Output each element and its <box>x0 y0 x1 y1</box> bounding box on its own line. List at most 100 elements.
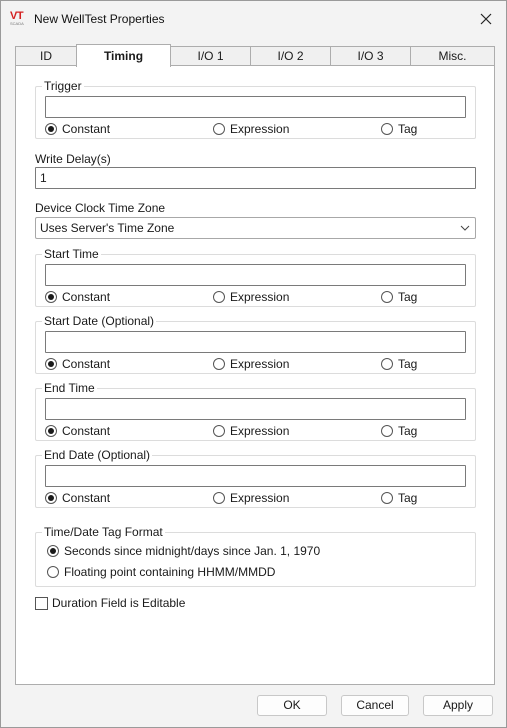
start-date-expression-radio[interactable]: Expression <box>213 356 289 372</box>
radio-selected-indicator <box>45 291 57 303</box>
close-button[interactable] <box>476 9 496 29</box>
radio-indicator <box>213 123 225 135</box>
time-zone-select[interactable]: Uses Server's Time Zone <box>35 217 476 239</box>
tab-io-2[interactable]: I/O 2 <box>250 46 331 66</box>
start-time-tag-radio[interactable]: Tag <box>381 289 417 305</box>
end-time-tag-radio[interactable]: Tag <box>381 423 417 439</box>
radio-label: Tag <box>398 424 418 438</box>
trigger-expression-radio[interactable]: Expression <box>213 121 289 137</box>
radio-label: Expression <box>230 290 290 304</box>
time-zone-label: Device Clock Time Zone <box>35 201 166 215</box>
radio-indicator <box>381 123 393 135</box>
radio-label: Tag <box>398 491 418 505</box>
end-date-mode-radios: Constant Expression Tag <box>36 490 475 506</box>
radio-label: Tag <box>398 122 418 136</box>
end-time-constant-radio[interactable]: Constant <box>45 423 110 439</box>
radio-label: Expression <box>230 491 290 505</box>
end-time-expression-radio[interactable]: Expression <box>213 423 289 439</box>
radio-indicator <box>381 492 393 504</box>
chevron-down-icon <box>460 225 470 231</box>
tab-io-1[interactable]: I/O 1 <box>170 46 251 66</box>
trigger-mode-radios: Constant Expression Tag <box>36 121 475 137</box>
radio-label: Constant <box>62 290 111 304</box>
write-delay-input[interactable]: 1 <box>35 167 476 189</box>
radio-label: Tag <box>398 357 418 371</box>
app-logo-subtext: SCADA <box>10 21 24 26</box>
start-time-mode-radios: Constant Expression Tag <box>36 289 475 305</box>
radio-label: Expression <box>230 357 290 371</box>
trigger-tag-radio[interactable]: Tag <box>381 121 417 137</box>
trigger-label: Trigger <box>42 79 84 93</box>
end-date-label: End Date (Optional) <box>42 448 153 462</box>
end-time-label: End Time <box>42 381 97 395</box>
trigger-group: Trigger Constant Expression Tag <box>35 79 476 139</box>
start-date-input[interactable] <box>45 331 466 353</box>
start-date-label: Start Date (Optional) <box>42 314 157 328</box>
radio-indicator <box>213 358 225 370</box>
radio-label: Seconds since midnight/days since Jan. 1… <box>64 544 321 558</box>
radio-selected-indicator <box>45 425 57 437</box>
ok-button[interactable]: OK <box>257 695 327 716</box>
start-date-group: Start Date (Optional) Constant Expressio… <box>35 314 476 374</box>
tag-format-float-radio[interactable]: Floating point containing HHMM/MMDD <box>47 564 275 580</box>
end-date-tag-radio[interactable]: Tag <box>381 490 417 506</box>
end-date-expression-radio[interactable]: Expression <box>213 490 289 506</box>
tag-format-seconds-radio[interactable]: Seconds since midnight/days since Jan. 1… <box>47 543 320 559</box>
tab-misc[interactable]: Misc. <box>410 46 495 66</box>
radio-indicator <box>47 566 59 578</box>
radio-label: Constant <box>62 122 111 136</box>
time-zone-value: Uses Server's Time Zone <box>40 221 175 235</box>
tag-format-label: Time/Date Tag Format <box>42 525 165 539</box>
tab-id[interactable]: ID <box>15 46 77 66</box>
tag-format-group: Time/Date Tag Format Seconds since midni… <box>35 525 476 587</box>
end-date-constant-radio[interactable]: Constant <box>45 490 110 506</box>
tab-timing[interactable]: Timing <box>76 44 171 67</box>
radio-indicator <box>381 291 393 303</box>
end-date-input[interactable] <box>45 465 466 487</box>
radio-label: Floating point containing HHMM/MMDD <box>64 565 276 579</box>
timing-panel: Trigger Constant Expression Tag Write De… <box>15 65 495 685</box>
radio-indicator <box>213 425 225 437</box>
radio-label: Constant <box>62 357 111 371</box>
start-time-label: Start Time <box>42 247 101 261</box>
trigger-constant-radio[interactable]: Constant <box>45 121 110 137</box>
write-delay-label: Write Delay(s) <box>35 152 111 166</box>
radio-selected-indicator <box>47 545 59 557</box>
start-time-constant-radio[interactable]: Constant <box>45 289 110 305</box>
tab-strip: ID Timing I/O 1 I/O 2 I/O 3 Misc. <box>15 44 495 67</box>
radio-selected-indicator <box>45 358 57 370</box>
app-logo-icon: VT SCADA <box>10 11 28 27</box>
start-time-expression-radio[interactable]: Expression <box>213 289 289 305</box>
checkbox-label: Duration Field is Editable <box>52 596 186 610</box>
checkbox-box <box>35 596 48 610</box>
apply-button[interactable]: Apply <box>423 695 493 716</box>
radio-indicator <box>381 425 393 437</box>
close-icon <box>480 13 492 25</box>
radio-indicator <box>381 358 393 370</box>
radio-label: Expression <box>230 122 290 136</box>
trigger-input[interactable] <box>45 96 466 118</box>
radio-label: Tag <box>398 290 418 304</box>
cancel-button[interactable]: Cancel <box>341 695 409 716</box>
end-time-mode-radios: Constant Expression Tag <box>36 423 475 439</box>
start-time-input[interactable] <box>45 264 466 286</box>
end-time-input[interactable] <box>45 398 466 420</box>
radio-selected-indicator <box>45 492 57 504</box>
radio-label: Constant <box>62 491 111 505</box>
start-date-constant-radio[interactable]: Constant <box>45 356 110 372</box>
radio-selected-indicator <box>45 123 57 135</box>
end-time-group: End Time Constant Expression Tag <box>35 381 476 441</box>
start-time-group: Start Time Constant Expression Tag <box>35 247 476 307</box>
end-date-group: End Date (Optional) Constant Expression … <box>35 448 476 508</box>
radio-label: Expression <box>230 424 290 438</box>
dialog-window: VT SCADA New WellTest Properties ID Timi… <box>0 0 507 728</box>
start-date-tag-radio[interactable]: Tag <box>381 356 417 372</box>
radio-indicator <box>213 291 225 303</box>
window-title: New WellTest Properties <box>34 12 165 26</box>
duration-editable-checkbox[interactable]: Duration Field is Editable <box>35 596 185 610</box>
radio-label: Constant <box>62 424 111 438</box>
radio-indicator <box>213 492 225 504</box>
tab-io-3[interactable]: I/O 3 <box>330 46 411 66</box>
start-date-mode-radios: Constant Expression Tag <box>36 356 475 372</box>
title-bar: VT SCADA New WellTest Properties <box>1 1 506 37</box>
